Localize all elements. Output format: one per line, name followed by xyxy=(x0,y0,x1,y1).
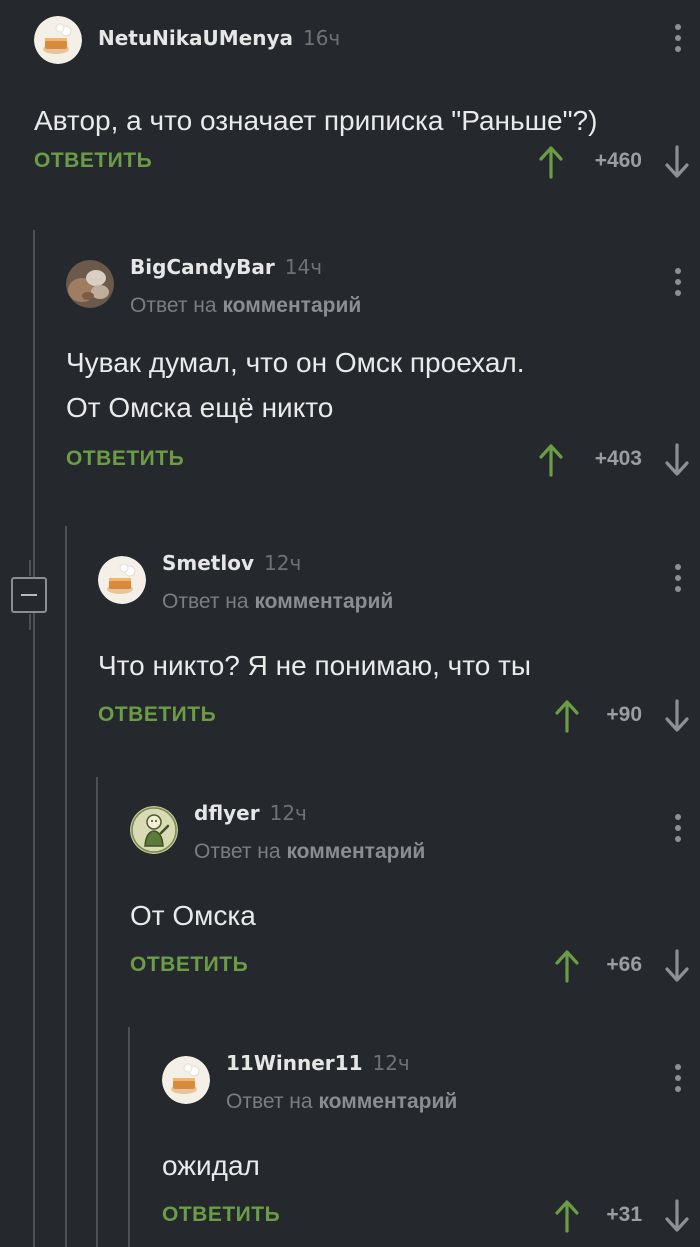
more-icon[interactable] xyxy=(674,24,682,52)
arrow-down-icon[interactable] xyxy=(664,949,690,983)
comment-text: Что никто? Я не понимаю, что ты xyxy=(98,643,700,688)
comment-time: 12ч xyxy=(264,551,302,575)
thread-branch-line xyxy=(33,230,35,1247)
avatar[interactable] xyxy=(130,806,178,854)
comment-header: NetuNikaUMenya 16ч xyxy=(34,16,700,86)
comment-author[interactable]: BigCandyBar 14ч xyxy=(130,255,322,279)
arrow-up-icon[interactable] xyxy=(554,1199,580,1233)
comment-score: +90 xyxy=(606,703,642,726)
comment-text: ожидал xyxy=(162,1143,700,1188)
minus-square-icon[interactable] xyxy=(11,577,47,613)
comment-text: Автор, а что означает приписка "Раньше"?… xyxy=(34,98,700,143)
arrow-down-icon[interactable] xyxy=(664,699,690,733)
comment: 11Winner11 12ч Ответ на комментарий ожида… xyxy=(162,1051,700,1236)
comment: NetuNikaUMenya 16ч Автор, а что означает … xyxy=(34,16,700,182)
avatar[interactable] xyxy=(98,556,146,604)
more-icon[interactable] xyxy=(674,1064,682,1092)
comment-actions: ОТВЕТИТЬ +66 xyxy=(130,946,700,986)
comment-actions: ОТВЕТИТЬ +460 xyxy=(34,142,700,182)
comment-text: Чувак думал, что он Омск проехал. От Омс… xyxy=(66,340,700,430)
comment-time: 16ч xyxy=(302,26,341,50)
reply-button[interactable]: ОТВЕТИТЬ xyxy=(66,447,184,471)
comment: Smetlov 12ч Ответ на комментарий Что никт… xyxy=(98,551,700,736)
cake-avatar-icon xyxy=(162,1056,210,1104)
comment-score: +403 xyxy=(594,447,642,470)
reply-to-link[interactable]: комментарий xyxy=(254,590,393,613)
comment-actions: ОТВЕТИТЬ +403 xyxy=(66,440,700,480)
reply-button[interactable]: ОТВЕТИТЬ xyxy=(34,149,152,173)
comment: dflyer 12ч Ответ на комментарий От Омска … xyxy=(130,801,700,986)
cake-avatar-icon xyxy=(98,556,146,604)
comment-time: 14ч xyxy=(284,255,323,279)
arrow-down-icon[interactable] xyxy=(664,443,690,477)
reply-to-link[interactable]: комментарий xyxy=(318,1090,457,1113)
comment-author[interactable]: Smetlov 12ч xyxy=(162,551,301,575)
arrow-down-icon[interactable] xyxy=(664,1199,690,1233)
collapse-connector xyxy=(29,614,31,630)
arrow-up-icon[interactable] xyxy=(538,443,564,477)
comment-text-line: ожидал xyxy=(162,1150,260,1181)
thread-branch-line xyxy=(65,526,67,1247)
avatar[interactable] xyxy=(34,16,82,64)
comment-header: Smetlov 12ч Ответ на комментарий xyxy=(98,551,700,626)
reply-button[interactable]: ОТВЕТИТЬ xyxy=(98,703,216,727)
comment-author[interactable]: 11Winner11 12ч xyxy=(226,1051,410,1075)
comment-text-line: Что никто? Я не понимаю, что ты xyxy=(98,650,532,681)
comment-text-line: Чувак думал, что он Омск проехал. xyxy=(66,347,525,378)
comment-actions: ОТВЕТИТЬ +90 xyxy=(98,696,700,736)
comment: BigCandyBar 14ч Ответ на комментарий Чува… xyxy=(66,255,700,480)
reply-to-info: Ответ на комментарий xyxy=(194,840,426,863)
arrow-up-icon[interactable] xyxy=(554,699,580,733)
more-icon[interactable] xyxy=(674,268,682,296)
cake-avatar-icon xyxy=(34,16,82,64)
arrow-down-icon[interactable] xyxy=(664,145,690,179)
collapse-connector xyxy=(29,560,31,576)
reply-button[interactable]: ОТВЕТИТЬ xyxy=(130,953,248,977)
comment-score: +31 xyxy=(606,1203,642,1226)
reply-to-link[interactable]: комментарий xyxy=(286,840,425,863)
comment-text-line: От Омска ещё никто xyxy=(66,392,334,423)
photo-avatar-icon xyxy=(66,260,114,308)
more-icon[interactable] xyxy=(674,564,682,592)
comment-time: 12ч xyxy=(269,801,307,825)
thread-branch-line xyxy=(128,1027,130,1247)
arrow-up-icon[interactable] xyxy=(538,145,564,179)
more-icon[interactable] xyxy=(674,814,682,842)
comment-text-line: От Омска xyxy=(130,900,256,931)
reply-to-info: Ответ на комментарий xyxy=(130,294,362,317)
thread-branch-line xyxy=(96,777,98,1247)
comment-author[interactable]: dflyer 12ч xyxy=(194,801,307,825)
vault-boy-avatar-icon xyxy=(130,806,178,854)
avatar[interactable] xyxy=(66,260,114,308)
comment-time: 12ч xyxy=(372,1051,410,1075)
comment-text-line: Автор, а что означает приписка "Раньше"?… xyxy=(34,105,598,136)
comment-author[interactable]: NetuNikaUMenya 16ч xyxy=(98,26,340,50)
reply-to-link[interactable]: комментарий xyxy=(222,294,361,317)
comment-header: BigCandyBar 14ч Ответ на комментарий xyxy=(66,255,700,330)
reply-to-info: Ответ на комментарий xyxy=(162,590,394,613)
comment-header: dflyer 12ч Ответ на комментарий xyxy=(130,801,700,876)
comment-text: От Омска xyxy=(130,893,700,938)
comment-header: 11Winner11 12ч Ответ на комментарий xyxy=(162,1051,700,1126)
comment-score: +460 xyxy=(594,149,642,172)
reply-button[interactable]: ОТВЕТИТЬ xyxy=(162,1203,280,1227)
reply-to-info: Ответ на комментарий xyxy=(226,1090,458,1113)
avatar[interactable] xyxy=(162,1056,210,1104)
arrow-up-icon[interactable] xyxy=(554,949,580,983)
comment-thread: NetuNikaUMenya 16ч Автор, а что означает … xyxy=(0,0,700,1247)
comment-actions: ОТВЕТИТЬ +31 xyxy=(162,1196,700,1236)
comment-score: +66 xyxy=(606,953,642,976)
